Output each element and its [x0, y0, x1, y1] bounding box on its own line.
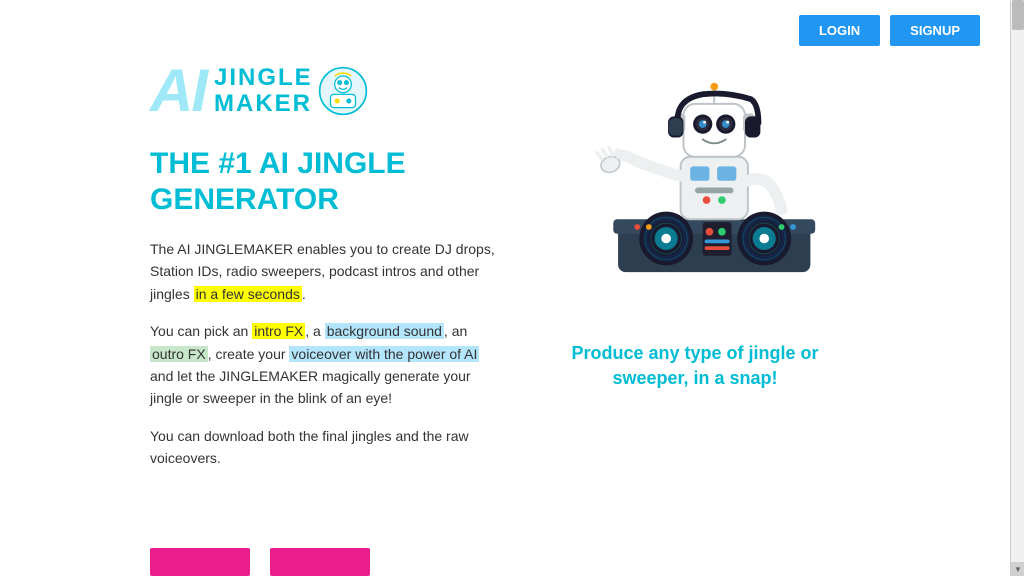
logo: AI JINGLE MAKER: [150, 61, 500, 121]
heading-line2: GENERATOR: [150, 183, 339, 216]
right-section: Produce any type of jingle or sweeper, i…: [500, 61, 870, 485]
main-heading: THE #1 AI JINGLE GENERATOR: [150, 146, 500, 218]
scrollbar-down-arrow[interactable]: ▼: [1011, 562, 1024, 576]
bottom-buttons: [150, 548, 370, 576]
desc-p2-mid2: , an: [444, 323, 467, 339]
header: LOGIN SIGNUP: [0, 0, 1010, 61]
highlight-outro-fx: outro FX: [150, 346, 208, 362]
main-content: AI JINGLE MAKER THE #1 AI JINGLE GENERAT: [0, 61, 1010, 485]
description-para2: You can pick an intro FX, a background s…: [150, 320, 500, 410]
scrollbar-thumb[interactable]: [1012, 0, 1024, 30]
logo-jingle: JINGLE: [214, 65, 313, 91]
caption-line2: sweeper, in a snap!: [612, 368, 777, 388]
desc-p2-start: You can pick an: [150, 323, 252, 339]
left-section: AI JINGLE MAKER THE #1 AI JINGLE GENERAT: [150, 61, 500, 485]
heading-line1: THE #1 AI JINGLE: [150, 147, 406, 180]
logo-maker: MAKER: [214, 91, 313, 117]
highlight-intro-fx: intro FX: [252, 323, 305, 339]
desc-p1-end: .: [302, 286, 306, 302]
desc-p2-end: and let the JINGLEMAKER magically genera…: [150, 368, 471, 406]
highlight-bg-sound: background sound: [325, 323, 444, 339]
robot-dj-svg: [555, 51, 835, 301]
desc-p2-mid1: , a: [305, 323, 324, 339]
description-para3: You can download both the final jingles …: [150, 425, 500, 470]
highlight-voiceover: voiceover with the power of AI: [289, 346, 479, 362]
caption-line1: Produce any type of jingle or: [571, 343, 818, 363]
description-para1: The AI JINGLEMAKER enables you to create…: [150, 238, 500, 305]
highlight-few-seconds: in a few seconds: [194, 286, 302, 302]
cta-button-2[interactable]: [270, 548, 370, 576]
login-button[interactable]: LOGIN: [799, 15, 880, 46]
cta-button-1[interactable]: [150, 548, 250, 576]
logo-ai-text: AI: [150, 61, 206, 121]
logo-text: JINGLE MAKER: [214, 65, 313, 118]
logo-robot-icon: [318, 66, 368, 116]
scrollbar[interactable]: ▼: [1010, 0, 1024, 576]
desc-p3-text: You can download both the final jingles …: [150, 428, 469, 466]
caption: Produce any type of jingle or sweeper, i…: [571, 341, 818, 391]
robot-illustration: [555, 51, 835, 331]
signup-button[interactable]: SIGNUP: [890, 15, 980, 46]
header-buttons: LOGIN SIGNUP: [799, 15, 980, 46]
desc-p2-mid3: , create your: [208, 346, 290, 362]
